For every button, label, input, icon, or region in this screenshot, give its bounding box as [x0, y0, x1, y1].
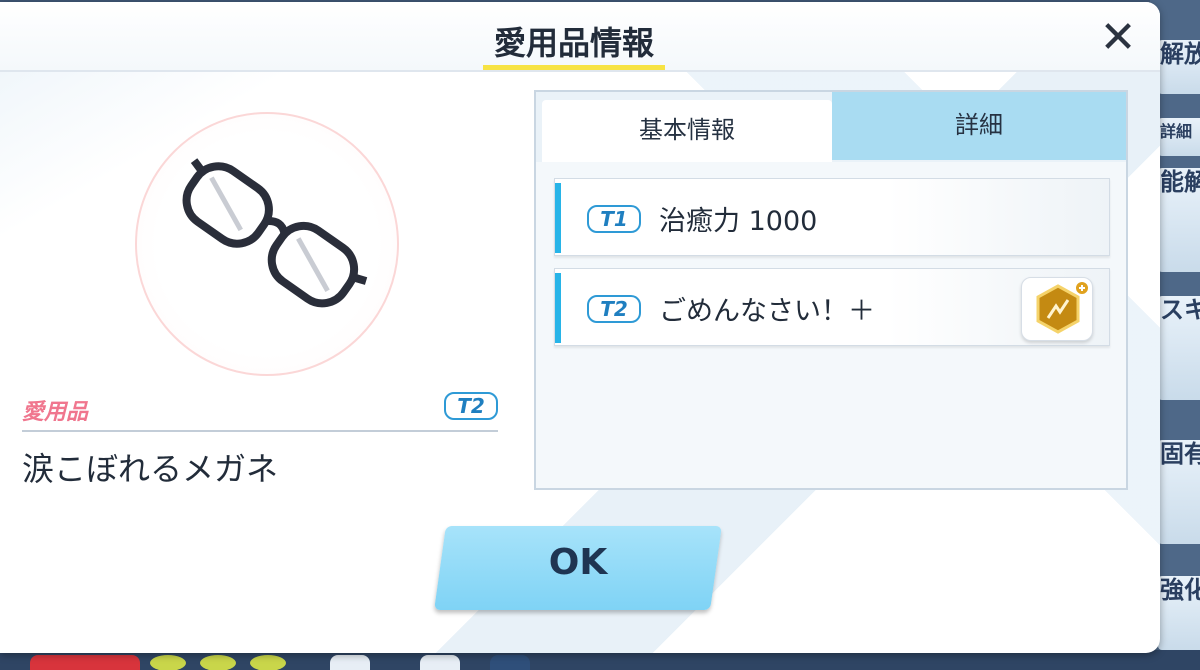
item-tier-badge: T2: [444, 392, 498, 420]
side-menu-item-unique-weapon[interactable]: 固有武器: [1158, 440, 1200, 544]
bottom-button[interactable]: [420, 655, 460, 670]
bottom-button[interactable]: [490, 655, 530, 670]
title-underline: [483, 65, 665, 70]
effect-row: T1 治癒力 1000: [554, 178, 1110, 256]
bottom-button[interactable]: [330, 655, 370, 670]
item-category-label: 愛用品: [22, 400, 89, 425]
effect-row: T2 ごめんなさい！＋: [554, 268, 1110, 346]
side-menu-item-ability[interactable]: 能解: [1158, 168, 1200, 272]
glasses-icon: [182, 158, 368, 308]
effect-text: 治癒力 1000: [659, 206, 818, 237]
ok-button-label: OK: [548, 542, 608, 583]
skill-icon[interactable]: [1021, 277, 1093, 341]
info-panel: 詳細 基本情報 T1 治癒力 1000 T2 ごめんなさい！＋: [534, 90, 1128, 490]
effect-tier-badge: T2: [587, 295, 641, 323]
item-divider: [22, 430, 498, 432]
bottom-button[interactable]: [30, 655, 140, 670]
side-menu-item-unlock[interactable]: 解放: [1158, 40, 1200, 94]
panel-body: T1 治癒力 1000 T2 ごめんなさい！＋: [536, 162, 1126, 488]
bottom-button[interactable]: [250, 655, 286, 670]
effect-tier-badge: T1: [587, 205, 641, 233]
dialog-header: 愛用品情報 ✕: [0, 2, 1160, 72]
tab-basic-info[interactable]: 基本情報: [542, 100, 832, 162]
side-menu-item-detail[interactable]: 詳細: [1158, 118, 1200, 156]
side-menu-item-enhance[interactable]: 強化: [1158, 576, 1200, 650]
equipment-info-dialog: 愛用品情報 ✕ 愛用品 T2 涙こぼれるメガネ 詳細 基本情報 T1 治癒力 1…: [0, 2, 1160, 653]
bottom-button[interactable]: [150, 655, 186, 670]
tab-detail[interactable]: 詳細: [832, 92, 1126, 160]
dialog-title: 愛用品情報: [493, 24, 654, 62]
bottom-button[interactable]: [200, 655, 236, 670]
item-name: 涙こぼれるメガネ: [22, 450, 279, 488]
close-button[interactable]: ✕: [1096, 16, 1140, 62]
side-menu-item-skill-growth[interactable]: スキ成長: [1158, 296, 1200, 400]
skill-upgrade-icon: [1036, 280, 1090, 334]
effect-text: ごめんなさい！＋: [659, 296, 875, 327]
